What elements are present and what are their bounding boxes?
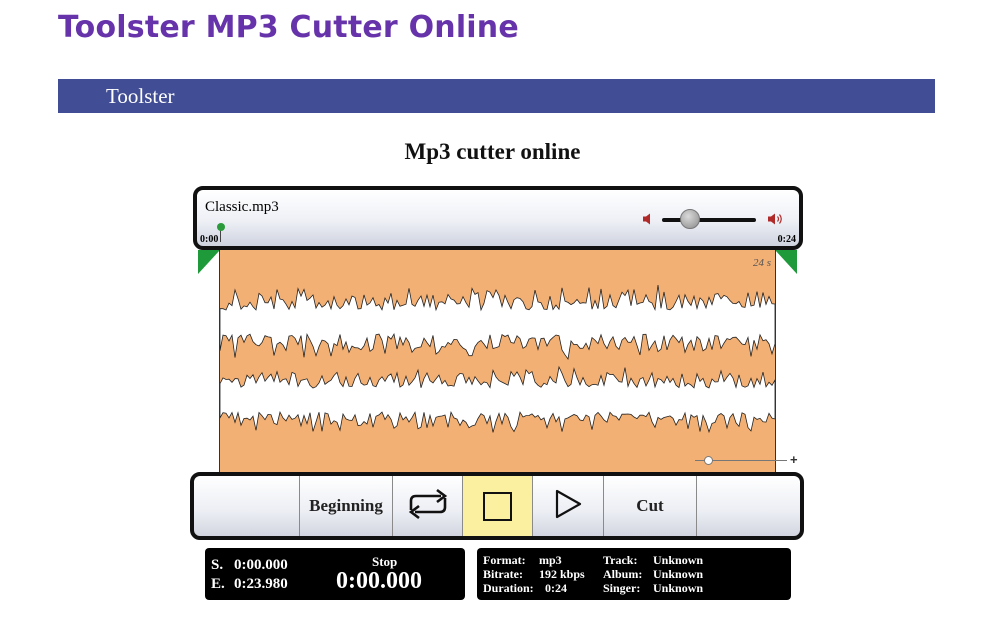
time-start: 0:00 (200, 234, 219, 245)
end-prefix: E. (211, 576, 225, 592)
format-label: Format: (483, 553, 526, 567)
zoom-knob[interactable] (704, 456, 713, 465)
zoom-slider[interactable]: + (695, 452, 798, 467)
singer-value: Unknown (653, 581, 704, 595)
track-label: Track: (603, 553, 638, 567)
bitrate-value: 192 kbps (539, 567, 585, 581)
current-position: 0:00.000 (336, 568, 422, 594)
format-value: mp3 (539, 553, 562, 567)
waveform-area[interactable]: 24 s (219, 250, 776, 472)
bitrate-label: Bitrate: (483, 567, 523, 581)
site-banner: Toolster (58, 79, 935, 113)
singer-label: Singer: (603, 581, 641, 595)
time-end: 0:24 (777, 234, 796, 245)
play-button[interactable] (533, 476, 604, 536)
playhead-handle[interactable] (217, 223, 225, 231)
playhead-line (220, 230, 221, 242)
control-bar: Beginning Cut (190, 472, 804, 540)
waveform-graphic (220, 284, 775, 434)
file-info-panel: Format: mp3 Bitrate: 192 kbps Duration: … (477, 548, 791, 600)
stop-button[interactable] (463, 476, 533, 536)
volume-slider[interactable] (662, 218, 756, 222)
duration-value: 0:24 (545, 581, 567, 595)
stop-icon (483, 491, 512, 521)
album-value: Unknown (653, 567, 704, 581)
end-time: 0:23.980 (234, 576, 288, 592)
waveform-channel-right (220, 365, 775, 434)
blank-button-left (194, 476, 300, 536)
loop-button[interactable] (393, 476, 463, 536)
track-value: Unknown (653, 553, 704, 567)
play-icon (553, 488, 583, 525)
zoom-label: 24 s (752, 257, 771, 269)
selection-start-handle[interactable] (198, 250, 220, 274)
zoom-in-icon[interactable]: + (790, 452, 798, 467)
volume-high-icon[interactable] (767, 211, 785, 232)
page-title: Toolster MP3 Cutter Online (58, 10, 519, 45)
beginning-label: Beginning (309, 496, 383, 515)
beginning-button[interactable]: Beginning (300, 476, 393, 536)
tool-title: Mp3 cutter online (404, 139, 581, 164)
volume-knob[interactable] (680, 209, 700, 229)
player-bar: Classic.mp3 0:00 0:24 (193, 186, 803, 250)
volume-low-icon[interactable] (642, 212, 654, 231)
blank-button-right (697, 476, 800, 536)
start-time: 0:00.000 (234, 557, 288, 573)
start-prefix: S. (211, 557, 224, 573)
filename: Classic.mp3 (205, 199, 279, 215)
banner-brand[interactable]: Toolster (106, 84, 175, 109)
album-label: Album: (603, 567, 643, 581)
cut-button[interactable]: Cut (604, 476, 697, 536)
duration-label: Duration: (483, 581, 534, 595)
selection-end-handle[interactable] (775, 250, 797, 274)
waveform-channel-left (220, 284, 775, 361)
cut-label: Cut (636, 496, 664, 515)
selection-panel: S. 0:00.000 E. 0:23.980 Stop 0:00.000 (205, 548, 465, 600)
loop-icon (403, 486, 453, 527)
